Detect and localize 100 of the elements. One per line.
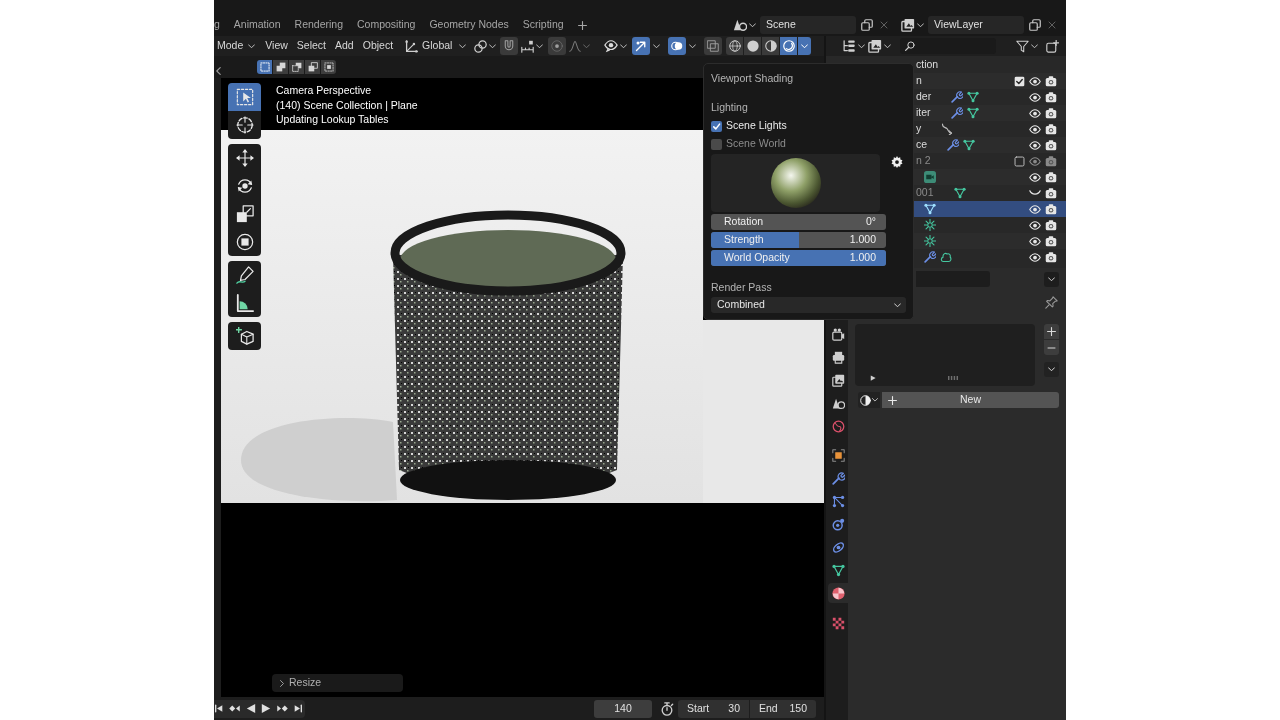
jump-end-icon[interactable] bbox=[294, 704, 302, 713]
chevron-down-icon[interactable] bbox=[489, 43, 497, 49]
play-icon[interactable] bbox=[261, 703, 271, 714]
tool-button[interactable] bbox=[228, 261, 261, 289]
camera-icon[interactable] bbox=[1045, 91, 1057, 103]
chevron-down-icon[interactable] bbox=[1031, 43, 1038, 49]
workspace-tab[interactable]: Rendering bbox=[294, 16, 343, 34]
shading-popover-button[interactable] bbox=[798, 37, 812, 55]
render-pass-dropdown[interactable]: Combined bbox=[711, 297, 906, 313]
outliner-row[interactable]: iter bbox=[914, 105, 1066, 121]
plus-icon[interactable] bbox=[577, 20, 587, 30]
camera-icon[interactable] bbox=[1045, 187, 1057, 199]
tool-button[interactable] bbox=[228, 228, 261, 256]
chevron-down-icon[interactable] bbox=[858, 43, 865, 49]
checkbox-label[interactable]: Scene Lights bbox=[726, 118, 787, 134]
outliner-row[interactable]: ce bbox=[914, 137, 1066, 153]
menu-item[interactable]: Add bbox=[335, 38, 354, 54]
stopwatch-icon[interactable] bbox=[660, 701, 674, 716]
slot-menu-button[interactable] bbox=[1044, 362, 1059, 377]
tree-list-icon[interactable] bbox=[842, 39, 856, 53]
play-reverse-icon[interactable] bbox=[246, 703, 256, 714]
view-layer-field[interactable]: ViewLayer bbox=[928, 16, 1024, 34]
camera-icon[interactable] bbox=[1045, 235, 1057, 247]
gizmo-toggle[interactable] bbox=[632, 37, 651, 55]
camera-icon[interactable] bbox=[1045, 203, 1057, 215]
close-icon[interactable] bbox=[880, 21, 888, 29]
image-stack-icon[interactable] bbox=[868, 39, 882, 53]
copy-icon[interactable] bbox=[861, 19, 873, 31]
closed-eye-icon[interactable] bbox=[1029, 190, 1041, 196]
tool-button[interactable] bbox=[228, 322, 261, 350]
checkbox[interactable] bbox=[1014, 155, 1025, 167]
workspace-tab[interactable]: Scripting bbox=[522, 16, 564, 34]
tool-button[interactable] bbox=[228, 289, 261, 317]
camera-icon[interactable] bbox=[1045, 123, 1057, 135]
previous-keyframe-icon[interactable] bbox=[228, 704, 241, 713]
shading-mode-button[interactable] bbox=[762, 37, 780, 55]
next-keyframe-icon[interactable] bbox=[276, 704, 289, 713]
outliner-row[interactable]: n bbox=[914, 73, 1066, 89]
camera-icon[interactable] bbox=[1045, 75, 1057, 87]
add-slot-button[interactable] bbox=[1044, 324, 1059, 339]
menu-item[interactable]: Object bbox=[362, 38, 394, 54]
select-mode-button[interactable] bbox=[257, 60, 272, 74]
slider-field[interactable]: Strength 1.000 bbox=[711, 232, 886, 248]
outliner-row[interactable] bbox=[914, 233, 1066, 249]
checkbox[interactable] bbox=[711, 120, 722, 132]
camera-icon[interactable] bbox=[1045, 219, 1057, 231]
overlays-toggle[interactable] bbox=[668, 37, 687, 55]
jump-start-icon[interactable] bbox=[215, 704, 223, 713]
shading-mode-button[interactable] bbox=[780, 37, 798, 55]
xray-toggle[interactable] bbox=[704, 37, 723, 55]
new-material-button[interactable]: New bbox=[882, 392, 1059, 408]
orientation-dropdown[interactable]: Global bbox=[422, 38, 467, 54]
workspace-tab[interactable]: Geometry Nodes bbox=[429, 16, 509, 34]
start-frame-field[interactable]: Start 30 bbox=[678, 699, 749, 718]
search-field[interactable] bbox=[900, 38, 996, 54]
chevron-down-icon[interactable] bbox=[536, 43, 544, 49]
axes-icon[interactable] bbox=[405, 39, 419, 53]
grip-dots-icon[interactable] bbox=[948, 376, 958, 380]
pin-icon[interactable] bbox=[1045, 295, 1058, 309]
gear-icon[interactable] bbox=[891, 156, 903, 168]
menu-item[interactable]: View bbox=[265, 38, 288, 54]
filter-icon[interactable] bbox=[1016, 39, 1029, 53]
current-frame-field[interactable]: 140 bbox=[594, 699, 652, 718]
proportional-editing-toggle[interactable] bbox=[548, 37, 567, 55]
chevron-down-icon[interactable] bbox=[749, 22, 756, 28]
material-browse-button[interactable] bbox=[858, 392, 880, 408]
ruler-ticks-icon[interactable] bbox=[521, 39, 535, 53]
triangle-right-icon[interactable] bbox=[870, 375, 876, 381]
snap-toggle[interactable] bbox=[500, 37, 519, 55]
chevron-down-icon[interactable] bbox=[884, 43, 891, 49]
select-mode-button[interactable] bbox=[321, 60, 336, 74]
checkbox-label[interactable]: Scene World bbox=[726, 136, 786, 152]
end-frame-field[interactable]: End 150 bbox=[750, 699, 816, 718]
camera-icon[interactable] bbox=[1045, 171, 1057, 183]
chevron-down-icon[interactable] bbox=[653, 43, 661, 49]
close-icon[interactable] bbox=[1048, 21, 1056, 29]
chevron-down-icon[interactable] bbox=[917, 22, 924, 28]
slider-field[interactable]: World Opacity 1.000 bbox=[711, 250, 886, 266]
linked-rings-icon[interactable] bbox=[474, 39, 488, 53]
workspace-tab[interactable]: Compositing bbox=[357, 16, 416, 34]
checkbox[interactable] bbox=[711, 138, 722, 150]
checkbox[interactable] bbox=[1014, 75, 1025, 87]
falloff-curve-icon[interactable] bbox=[569, 40, 582, 52]
shading-mode-button[interactable] bbox=[726, 37, 744, 55]
editor-menu-button[interactable] bbox=[1044, 271, 1059, 287]
remove-slot-button[interactable] bbox=[1044, 340, 1059, 355]
workspace-tab[interactable]: g bbox=[214, 16, 220, 34]
new-collection-icon[interactable] bbox=[1046, 39, 1059, 53]
cone-sphere-icon[interactable] bbox=[733, 18, 747, 32]
tool-button[interactable] bbox=[228, 111, 261, 139]
tool-button[interactable] bbox=[228, 144, 261, 172]
camera-icon[interactable] bbox=[1045, 139, 1057, 151]
camera-icon[interactable] bbox=[1045, 107, 1057, 119]
eye-icon[interactable] bbox=[604, 39, 619, 53]
properties-tab[interactable] bbox=[828, 583, 848, 603]
shading-mode-button[interactable] bbox=[744, 37, 762, 55]
select-mode-button[interactable] bbox=[289, 60, 304, 74]
workspace-tab[interactable]: Animation bbox=[233, 16, 281, 34]
number-field[interactable]: Rotation 0° bbox=[711, 214, 886, 230]
outliner-row[interactable] bbox=[914, 201, 1066, 217]
